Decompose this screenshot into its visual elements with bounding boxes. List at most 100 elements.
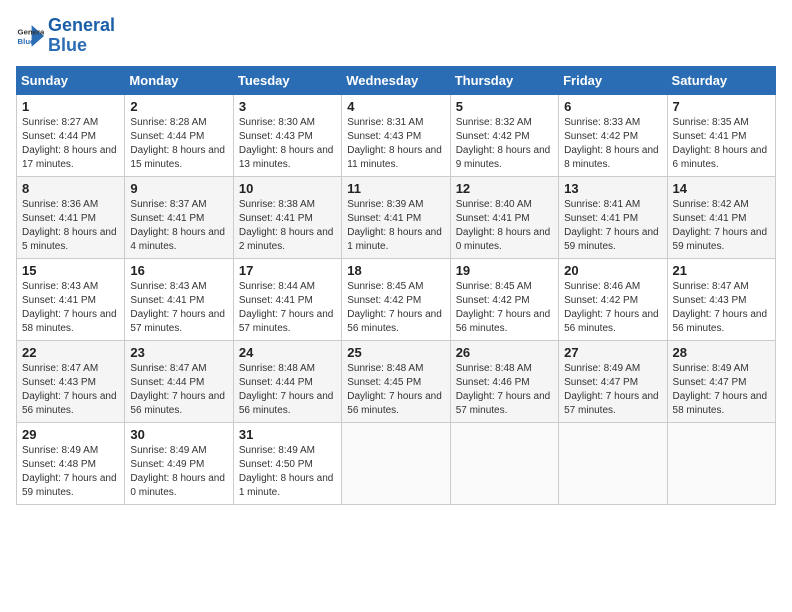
day-number: 23 bbox=[130, 345, 227, 360]
calendar-table: SundayMondayTuesdayWednesdayThursdayFrid… bbox=[16, 66, 776, 505]
calendar-day-cell: 10Sunrise: 8:38 AM Sunset: 4:41 PM Dayli… bbox=[233, 176, 341, 258]
day-number: 28 bbox=[673, 345, 770, 360]
day-number: 6 bbox=[564, 99, 661, 114]
day-number: 18 bbox=[347, 263, 444, 278]
day-number: 14 bbox=[673, 181, 770, 196]
day-info: Sunrise: 8:48 AM Sunset: 4:44 PM Dayligh… bbox=[239, 362, 336, 418]
day-number: 8 bbox=[22, 181, 119, 196]
day-info: Sunrise: 8:45 AM Sunset: 4:42 PM Dayligh… bbox=[347, 280, 444, 336]
calendar-day-cell: 27 Sunrise: 8:49 AM Sunset: 4:47 PM Dayli… bbox=[559, 340, 667, 422]
calendar-day-cell: 13 Sunrise: 8:41 AM Sunset: 4:41 PM Dayli… bbox=[559, 176, 667, 258]
day-number: 30 bbox=[130, 427, 227, 442]
calendar-week-row: 29 Sunrise: 8:49 AM Sunset: 4:48 PM Dayli… bbox=[17, 422, 776, 504]
day-info: Sunrise: 8:49 AM Sunset: 4:50 PM Dayligh… bbox=[239, 444, 336, 500]
empty-cell bbox=[559, 422, 667, 504]
calendar-day-cell: 26 Sunrise: 8:48 AM Sunset: 4:46 PM Dayli… bbox=[450, 340, 558, 422]
day-info: Sunrise: 8:38 AM Sunset: 4:41 PM Dayligh… bbox=[239, 198, 336, 254]
calendar-day-cell: 24 Sunrise: 8:48 AM Sunset: 4:44 PM Dayli… bbox=[233, 340, 341, 422]
calendar-day-cell: 5 Sunrise: 8:32 AM Sunset: 4:42 PM Daylig… bbox=[450, 94, 558, 176]
calendar-day-cell: 22 Sunrise: 8:47 AM Sunset: 4:43 PM Dayli… bbox=[17, 340, 125, 422]
day-info: Sunrise: 8:35 AM Sunset: 4:41 PM Dayligh… bbox=[673, 116, 770, 172]
calendar-day-cell: 23Sunrise: 8:47 AM Sunset: 4:44 PM Dayli… bbox=[125, 340, 233, 422]
day-info: Sunrise: 8:37 AM Sunset: 4:41 PM Dayligh… bbox=[130, 198, 227, 254]
calendar-day-cell: 8 Sunrise: 8:36 AM Sunset: 4:41 PM Daylig… bbox=[17, 176, 125, 258]
calendar-day-cell: 19Sunrise: 8:45 AM Sunset: 4:42 PM Dayli… bbox=[450, 258, 558, 340]
svg-text:General: General bbox=[18, 27, 44, 36]
day-number: 21 bbox=[673, 263, 770, 278]
day-info: Sunrise: 8:40 AM Sunset: 4:41 PM Dayligh… bbox=[456, 198, 553, 254]
day-number: 2 bbox=[130, 99, 227, 114]
logo-icon: General Blue bbox=[16, 22, 44, 50]
svg-text:Blue: Blue bbox=[18, 37, 36, 46]
logo: General Blue GeneralBlue bbox=[16, 16, 115, 56]
day-info: Sunrise: 8:46 AM Sunset: 4:42 PM Dayligh… bbox=[564, 280, 661, 336]
day-number: 12 bbox=[456, 181, 553, 196]
day-number: 17 bbox=[239, 263, 336, 278]
day-number: 24 bbox=[239, 345, 336, 360]
day-info: Sunrise: 8:33 AM Sunset: 4:42 PM Dayligh… bbox=[564, 116, 661, 172]
day-number: 26 bbox=[456, 345, 553, 360]
calendar-week-row: 1Sunrise: 8:27 AM Sunset: 4:44 PM Daylig… bbox=[17, 94, 776, 176]
day-number: 31 bbox=[239, 427, 336, 442]
day-number: 22 bbox=[22, 345, 119, 360]
day-info: Sunrise: 8:42 AM Sunset: 4:41 PM Dayligh… bbox=[673, 198, 770, 254]
calendar-day-cell: 12 Sunrise: 8:40 AM Sunset: 4:41 PM Dayli… bbox=[450, 176, 558, 258]
column-header-saturday: Saturday bbox=[667, 66, 775, 94]
calendar-day-cell: 6 Sunrise: 8:33 AM Sunset: 4:42 PM Daylig… bbox=[559, 94, 667, 176]
day-number: 5 bbox=[456, 99, 553, 114]
calendar-week-row: 22 Sunrise: 8:47 AM Sunset: 4:43 PM Dayli… bbox=[17, 340, 776, 422]
day-number: 9 bbox=[130, 181, 227, 196]
day-info: Sunrise: 8:48 AM Sunset: 4:46 PM Dayligh… bbox=[456, 362, 553, 418]
day-number: 4 bbox=[347, 99, 444, 114]
day-number: 20 bbox=[564, 263, 661, 278]
day-number: 7 bbox=[673, 99, 770, 114]
calendar-day-cell: 21Sunrise: 8:47 AM Sunset: 4:43 PM Dayli… bbox=[667, 258, 775, 340]
calendar-day-cell: 11 Sunrise: 8:39 AM Sunset: 4:41 PM Dayli… bbox=[342, 176, 450, 258]
day-info: Sunrise: 8:27 AM Sunset: 4:44 PM Dayligh… bbox=[22, 116, 119, 172]
day-info: Sunrise: 8:30 AM Sunset: 4:43 PM Dayligh… bbox=[239, 116, 336, 172]
calendar-day-cell: 14 Sunrise: 8:42 AM Sunset: 4:41 PM Dayli… bbox=[667, 176, 775, 258]
day-number: 13 bbox=[564, 181, 661, 196]
day-info: Sunrise: 8:39 AM Sunset: 4:41 PM Dayligh… bbox=[347, 198, 444, 254]
day-info: Sunrise: 8:43 AM Sunset: 4:41 PM Dayligh… bbox=[22, 280, 119, 336]
day-info: Sunrise: 8:41 AM Sunset: 4:41 PM Dayligh… bbox=[564, 198, 661, 254]
calendar-day-cell: 30 Sunrise: 8:49 AM Sunset: 4:49 PM Dayli… bbox=[125, 422, 233, 504]
calendar-day-cell: 2Sunrise: 8:28 AM Sunset: 4:44 PM Daylig… bbox=[125, 94, 233, 176]
column-header-thursday: Thursday bbox=[450, 66, 558, 94]
calendar-day-cell: 28Sunrise: 8:49 AM Sunset: 4:47 PM Dayli… bbox=[667, 340, 775, 422]
day-info: Sunrise: 8:48 AM Sunset: 4:45 PM Dayligh… bbox=[347, 362, 444, 418]
column-header-sunday: Sunday bbox=[17, 66, 125, 94]
column-header-tuesday: Tuesday bbox=[233, 66, 341, 94]
calendar-day-cell: 3Sunrise: 8:30 AM Sunset: 4:43 PM Daylig… bbox=[233, 94, 341, 176]
day-number: 11 bbox=[347, 181, 444, 196]
day-info: Sunrise: 8:49 AM Sunset: 4:48 PM Dayligh… bbox=[22, 444, 119, 500]
day-number: 16 bbox=[130, 263, 227, 278]
empty-cell bbox=[450, 422, 558, 504]
calendar-header-row: SundayMondayTuesdayWednesdayThursdayFrid… bbox=[17, 66, 776, 94]
column-header-friday: Friday bbox=[559, 66, 667, 94]
calendar-day-cell: 31 Sunrise: 8:49 AM Sunset: 4:50 PM Dayli… bbox=[233, 422, 341, 504]
calendar-day-cell: 17 Sunrise: 8:44 AM Sunset: 4:41 PM Dayli… bbox=[233, 258, 341, 340]
day-info: Sunrise: 8:43 AM Sunset: 4:41 PM Dayligh… bbox=[130, 280, 227, 336]
calendar-day-cell: 7 Sunrise: 8:35 AM Sunset: 4:41 PM Daylig… bbox=[667, 94, 775, 176]
calendar-week-row: 8 Sunrise: 8:36 AM Sunset: 4:41 PM Daylig… bbox=[17, 176, 776, 258]
calendar-day-cell: 25 Sunrise: 8:48 AM Sunset: 4:45 PM Dayli… bbox=[342, 340, 450, 422]
day-info: Sunrise: 8:44 AM Sunset: 4:41 PM Dayligh… bbox=[239, 280, 336, 336]
page-header: General Blue GeneralBlue bbox=[16, 16, 776, 56]
logo-text: GeneralBlue bbox=[48, 16, 115, 56]
empty-cell bbox=[342, 422, 450, 504]
day-info: Sunrise: 8:49 AM Sunset: 4:47 PM Dayligh… bbox=[564, 362, 661, 418]
calendar-week-row: 15Sunrise: 8:43 AM Sunset: 4:41 PM Dayli… bbox=[17, 258, 776, 340]
day-info: Sunrise: 8:32 AM Sunset: 4:42 PM Dayligh… bbox=[456, 116, 553, 172]
day-info: Sunrise: 8:31 AM Sunset: 4:43 PM Dayligh… bbox=[347, 116, 444, 172]
day-info: Sunrise: 8:45 AM Sunset: 4:42 PM Dayligh… bbox=[456, 280, 553, 336]
day-info: Sunrise: 8:47 AM Sunset: 4:43 PM Dayligh… bbox=[22, 362, 119, 418]
empty-cell bbox=[667, 422, 775, 504]
day-number: 29 bbox=[22, 427, 119, 442]
day-number: 25 bbox=[347, 345, 444, 360]
calendar-day-cell: 15Sunrise: 8:43 AM Sunset: 4:41 PM Dayli… bbox=[17, 258, 125, 340]
day-info: Sunrise: 8:36 AM Sunset: 4:41 PM Dayligh… bbox=[22, 198, 119, 254]
day-info: Sunrise: 8:49 AM Sunset: 4:49 PM Dayligh… bbox=[130, 444, 227, 500]
calendar-day-cell: 1Sunrise: 8:27 AM Sunset: 4:44 PM Daylig… bbox=[17, 94, 125, 176]
day-number: 27 bbox=[564, 345, 661, 360]
